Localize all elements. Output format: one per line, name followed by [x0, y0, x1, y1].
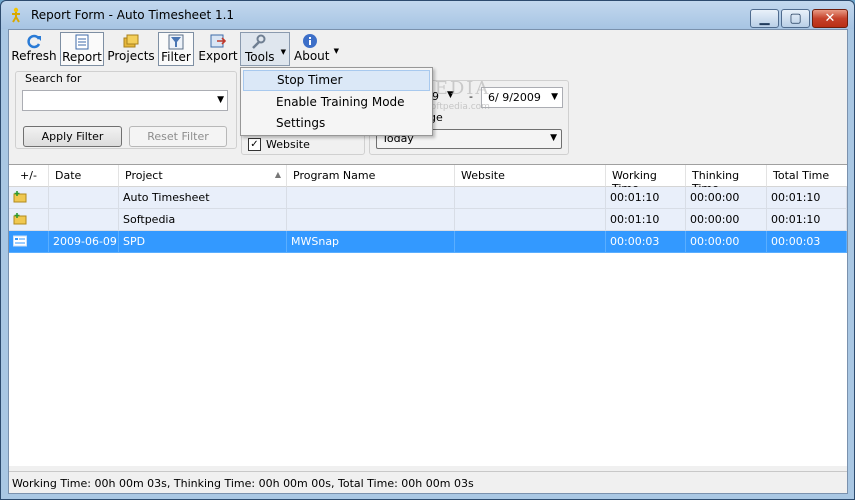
refresh-icon [27, 34, 41, 49]
chevron-down-icon: ▼ [333, 47, 339, 55]
cell-date [49, 187, 119, 209]
col-header-working-time[interactable]: Working Time [606, 165, 686, 195]
checkmark-icon: ✓ [250, 139, 259, 150]
report-icon [75, 34, 89, 50]
cell-total-time: 00:00:03 [767, 231, 847, 253]
filter-button[interactable]: Filter [158, 32, 194, 66]
export-label: Export [198, 49, 238, 63]
chevron-down-icon: ▼ [280, 48, 286, 56]
export-icon [210, 34, 227, 48]
cell-program [287, 209, 455, 231]
col-header-expand[interactable]: +/- [9, 165, 49, 187]
col-header-thinking-time[interactable]: Thinking Time [686, 165, 767, 195]
report-button[interactable]: Report [60, 32, 104, 66]
menu-item-enable-training-mode[interactable]: Enable Training Mode [243, 92, 430, 113]
folder-add-icon [13, 213, 27, 225]
date-from-field[interactable]: 9 [432, 90, 439, 103]
col-header-total-time[interactable]: Total Time [767, 165, 847, 187]
col-header-program[interactable]: Program Name [287, 165, 455, 187]
cell-project: Auto Timesheet [119, 187, 287, 209]
projects-button[interactable]: Projects [107, 32, 155, 66]
expand-cell[interactable] [9, 231, 49, 253]
window-title: Report Form - Auto Timesheet 1.1 [31, 8, 235, 22]
app-window: Report Form - Auto Timesheet 1.1 ▁ ▢ ✕ R… [0, 0, 855, 500]
table-row[interactable]: 2009-06-09 SPD MWSnap 00:00:03 00:00:00 … [9, 231, 847, 253]
close-icon: ✕ [824, 11, 836, 26]
status-text: Working Time: 00h 00m 03s, Thinking Time… [12, 477, 474, 490]
chevron-down-icon[interactable]: ▼ [447, 90, 454, 100]
col-header-project-label: Project [125, 169, 163, 182]
expand-cell[interactable] [9, 209, 49, 231]
minimize-icon: ▁ [759, 11, 770, 26]
about-button[interactable]: About ▼ [292, 32, 342, 66]
cell-program [287, 187, 455, 209]
filter-icon [168, 34, 184, 50]
refresh-button[interactable]: Refresh [11, 32, 57, 66]
status-bar: Working Time: 00h 00m 03s, Thinking Time… [9, 471, 847, 493]
expand-cell[interactable] [9, 187, 49, 209]
cell-total-time: 00:01:10 [767, 187, 847, 209]
cell-thinking-time: 00:00:00 [686, 187, 767, 209]
table-row[interactable]: Softpedia 00:01:10 00:00:00 00:01:10 [9, 209, 847, 231]
wrench-icon [252, 34, 266, 49]
col-header-project[interactable]: Project ▲ [119, 165, 287, 187]
info-icon [303, 34, 317, 48]
website-checkbox-label: Website [266, 138, 310, 151]
cell-program: MWSnap [287, 231, 455, 253]
menu-item-settings[interactable]: Settings [243, 113, 430, 134]
client-area: Refresh Report Projects Filter Export To… [8, 29, 848, 494]
reset-filter-button[interactable]: Reset Filter [129, 126, 227, 147]
date-to-value: 6/ 9/2009 [488, 91, 541, 104]
cell-working-time: 00:01:10 [606, 209, 686, 231]
table-row[interactable]: Auto Timesheet 00:01:10 00:00:00 00:01:1… [9, 187, 847, 209]
col-header-website[interactable]: Website [455, 165, 606, 187]
toolbar: Refresh Report Projects Filter Export To… [9, 30, 847, 68]
chevron-down-icon[interactable]: ▼ [551, 92, 558, 102]
projects-label: Projects [107, 49, 155, 63]
cell-website [455, 187, 606, 209]
export-button[interactable]: Export [198, 32, 238, 66]
cell-project: Softpedia [119, 209, 287, 231]
chevron-down-icon[interactable]: ▼ [550, 133, 557, 143]
cell-thinking-time: 00:00:00 [686, 209, 767, 231]
chevron-down-icon[interactable]: ▼ [217, 95, 224, 105]
cell-thinking-time: 00:00:00 [686, 231, 767, 253]
maximize-icon: ▢ [789, 11, 802, 26]
filter-label: Filter [161, 50, 191, 64]
projects-icon [123, 34, 139, 48]
app-icon [12, 7, 20, 23]
tools-button[interactable]: Tools ▼ [240, 32, 290, 66]
cell-working-time: 00:01:10 [606, 187, 686, 209]
menu-item-stop-timer[interactable]: Stop Timer [243, 70, 430, 91]
search-label: Search for [25, 72, 82, 85]
cell-project: SPD [119, 231, 287, 253]
cell-website [455, 209, 606, 231]
tools-menu: Stop Timer Enable Training Mode Settings [240, 67, 433, 136]
cell-date [49, 209, 119, 231]
folder-add-icon [13, 191, 27, 203]
cell-website [455, 231, 606, 253]
record-icon [13, 235, 27, 247]
maximize-button[interactable]: ▢ [781, 9, 810, 28]
refresh-label: Refresh [11, 49, 57, 63]
website-checkbox[interactable]: ✓ [248, 138, 261, 151]
apply-filter-button[interactable]: Apply Filter [23, 126, 122, 147]
title-bar[interactable]: Report Form - Auto Timesheet 1.1 ▁ ▢ ✕ [1, 1, 854, 29]
cell-working-time: 00:00:03 [606, 231, 686, 253]
date-separator: - [469, 90, 473, 103]
date-to-field[interactable]: 6/ 9/2009 ▼ [481, 87, 563, 108]
report-label: Report [62, 50, 102, 64]
close-button[interactable]: ✕ [812, 9, 848, 28]
cell-total-time: 00:01:10 [767, 209, 847, 231]
report-table: +/- Date Project ▲ Program Name Website … [9, 164, 847, 466]
col-header-date[interactable]: Date [49, 165, 119, 187]
minimize-button[interactable]: ▁ [750, 9, 779, 28]
sort-up-icon: ▲ [274, 170, 281, 179]
cell-date: 2009-06-09 [49, 231, 119, 253]
search-combo[interactable]: ▼ [22, 90, 228, 111]
